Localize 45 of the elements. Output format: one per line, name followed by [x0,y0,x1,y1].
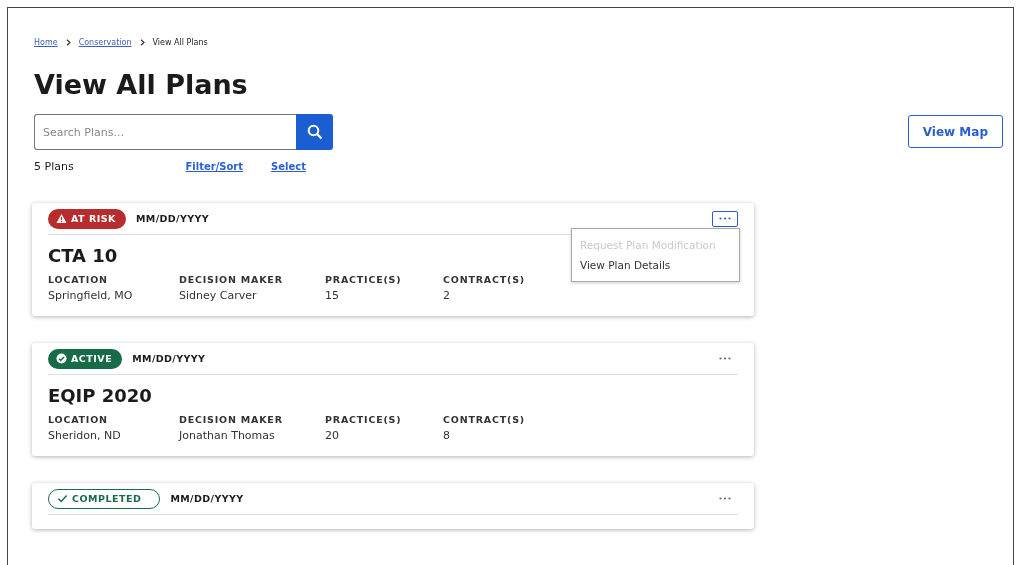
field-label: PRACTICE(S) [325,274,403,285]
chevron-icon [65,39,71,46]
breadcrumb-link[interactable]: Home [34,38,58,47]
field-value: 15 [325,289,340,302]
plan-date: MM/DD/YYYY [135,213,210,224]
search-icon [306,124,323,140]
action-link[interactable]: Filter/Sort [185,161,244,172]
page-title: View All Plans [34,69,249,100]
plan-date: MM/DD/YYYY [132,353,206,364]
field-label: LOCATION [48,414,109,425]
ellipsis-icon [719,217,731,220]
status-badge: AT RISK [48,208,126,229]
field-label: LOCATION [48,274,109,285]
plan-date: MM/DD/YYYY [170,493,244,504]
field-value: Jonathan Thomas [179,429,276,442]
plan-name: EQIP 2020 [48,385,152,406]
warning-icon [56,213,67,224]
field-value: 20 [325,429,340,442]
breadcrumb-current: View All Plans [152,38,208,47]
field-value: Sheridon, ND [48,429,122,442]
check-icon [57,493,68,504]
action-link[interactable]: Select [271,161,306,172]
search-button[interactable] [296,114,333,150]
field-value: 2 [443,289,451,302]
field-label: DECISION MAKER [179,274,284,285]
field-label: CONTRACT(S) [443,274,526,285]
field-label: DECISION MAKER [179,414,284,425]
status-badge: ACTIVE [48,348,123,369]
field-value: Springfield, MO [48,289,134,302]
plan-count: 5 Plans [34,160,75,173]
status-badge: COMPLETED [48,488,161,509]
check-circle-icon [56,353,67,364]
plan-name: CTA 10 [48,245,118,266]
breadcrumb-link[interactable]: Conservation [78,38,132,47]
ellipsis-icon [719,497,731,500]
field-label: PRACTICE(S) [325,414,403,425]
field-label: CONTRACT(S) [443,414,526,425]
menu-item[interactable]: View Plan Details [572,255,739,275]
ellipsis-icon [719,357,731,360]
more-options-button[interactable] [712,210,738,227]
search-field[interactable]: Search Plans... [34,114,296,150]
field-value: 8 [443,429,451,442]
chevron-icon [139,39,145,46]
view-map-button[interactable]: View Map [907,115,1003,148]
field-value: Sidney Carver [179,289,258,302]
